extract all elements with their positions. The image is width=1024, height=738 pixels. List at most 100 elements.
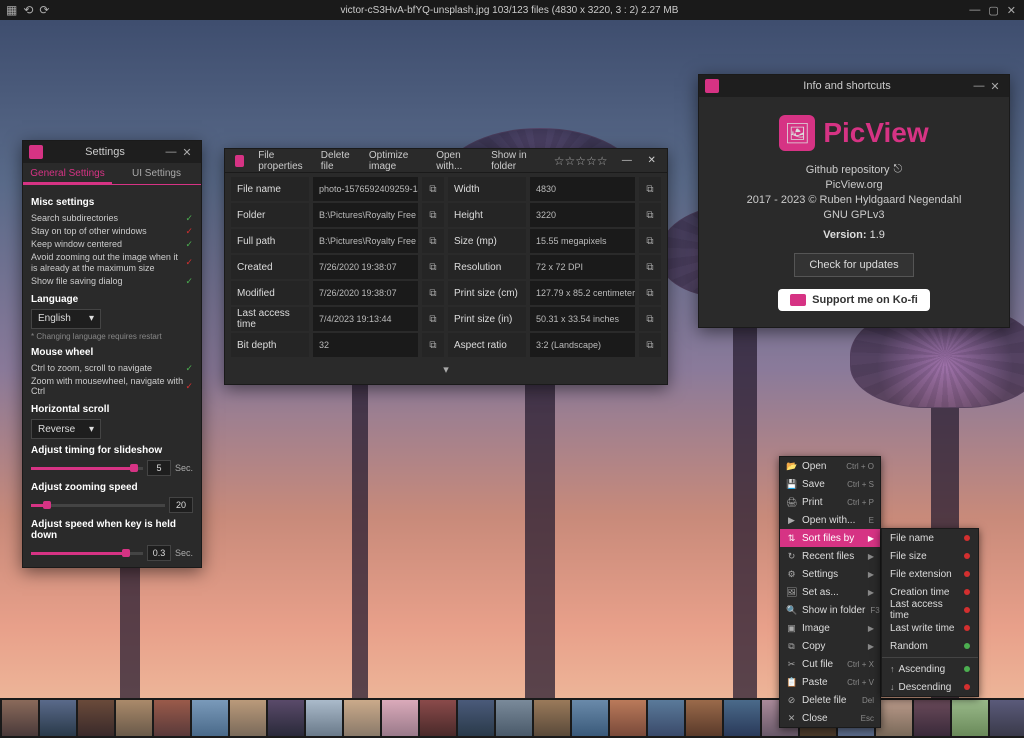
close-icon[interactable]: ✕	[646, 155, 657, 166]
thumbnail[interactable]	[952, 700, 988, 736]
thumbnail[interactable]	[382, 700, 418, 736]
close-icon[interactable]: ✕	[179, 146, 195, 159]
thumbnail[interactable]	[2, 700, 38, 736]
thumbnail[interactable]	[230, 700, 266, 736]
thumbnail[interactable]	[876, 700, 912, 736]
ctx-copy[interactable]: ⧉Copy▶	[780, 637, 880, 655]
copy-icon[interactable]: ⧉	[422, 229, 444, 253]
copy-icon[interactable]: ⧉	[639, 255, 661, 279]
language-dropdown[interactable]: English▾	[31, 309, 101, 329]
sort-random[interactable]: Random	[882, 637, 978, 655]
thumbnail[interactable]	[192, 700, 228, 736]
key-value[interactable]: 0.3	[147, 545, 171, 561]
ctx-delete[interactable]: ⊘Delete fileDel	[780, 691, 880, 709]
ctx-recent-files[interactable]: ↻Recent files▶	[780, 547, 880, 565]
thumbnail[interactable]	[648, 700, 684, 736]
thumbnail[interactable]	[686, 700, 722, 736]
minimize-icon[interactable]: —	[622, 155, 633, 166]
hscroll-dropdown[interactable]: Reverse▾	[31, 419, 101, 439]
thumbnail[interactable]	[990, 700, 1024, 736]
sort-fileext[interactable]: File extension	[882, 565, 978, 583]
check-updates-button[interactable]: Check for updates	[794, 253, 913, 277]
copy-icon[interactable]: ⧉	[422, 307, 444, 331]
thumbnail[interactable]	[344, 700, 380, 736]
ctx-paste[interactable]: 📋PasteCtrl + V	[780, 673, 880, 691]
check-search-subdirs[interactable]: ✓	[185, 213, 193, 224]
thumbnail[interactable]	[116, 700, 152, 736]
redo-icon[interactable]: ⟳	[39, 3, 49, 17]
thumbnail[interactable]	[724, 700, 760, 736]
thumbnail[interactable]	[40, 700, 76, 736]
copy-icon[interactable]: ⧉	[422, 333, 444, 357]
ctx-sort-files-by[interactable]: ⇅Sort files by▶	[780, 529, 880, 547]
check-keep-center[interactable]: ✓	[185, 239, 193, 250]
menu-open-with[interactable]: Open with...	[436, 150, 477, 172]
site-link[interactable]: PicView.org	[713, 179, 995, 191]
thumbnail[interactable]	[154, 700, 190, 736]
thumbnail[interactable]	[268, 700, 304, 736]
copy-icon[interactable]: ⧉	[639, 203, 661, 227]
check-avoid-zoom[interactable]: ✓	[185, 257, 193, 268]
menu-delete-file[interactable]: Delete file	[321, 150, 355, 172]
ctx-settings[interactable]: ⚙Settings▶	[780, 565, 880, 583]
copy-icon[interactable]: ⧉	[639, 281, 661, 305]
copy-icon[interactable]: ⧉	[422, 203, 444, 227]
rating-stars[interactable]: ☆☆☆☆☆	[554, 154, 608, 168]
ctx-open-with[interactable]: ▶Open with...E	[780, 511, 880, 529]
ctx-cut[interactable]: ✂Cut fileCtrl + X	[780, 655, 880, 673]
thumbnail[interactable]	[572, 700, 608, 736]
minimize-icon[interactable]: —	[969, 4, 980, 17]
close-icon[interactable]: ✕	[1007, 4, 1016, 17]
filename-value[interactable]: photo-1576592409259-1423c3f	[313, 177, 418, 201]
copy-icon[interactable]: ⧉	[639, 307, 661, 331]
copy-icon[interactable]: ⧉	[422, 281, 444, 305]
ctx-show-in-folder[interactable]: 🔍Show in folderF3	[780, 601, 880, 619]
app-icon[interactable]: ▦	[6, 3, 17, 17]
ctx-close[interactable]: ✕CloseEsc	[780, 709, 880, 727]
menu-file-properties[interactable]: File properties	[258, 150, 307, 172]
minimize-icon[interactable]: —	[163, 146, 179, 158]
menu-optimize-image[interactable]: Optimize image	[369, 150, 422, 172]
check-ctrl-zoom[interactable]: ✓	[185, 363, 193, 374]
zoom-slider[interactable]	[31, 504, 165, 507]
sort-lastaccess[interactable]: Last access time	[882, 601, 978, 619]
kofi-button[interactable]: Support me on Ko-fi	[778, 289, 930, 311]
check-stay-top[interactable]: ✓	[185, 226, 193, 237]
sort-descending[interactable]: ↓Descending	[882, 678, 978, 696]
maximize-icon[interactable]: ▢	[988, 4, 998, 17]
slideshow-value[interactable]: 5	[147, 460, 171, 476]
about-titlebar[interactable]: Info and shortcuts — ✕	[699, 75, 1009, 97]
close-icon[interactable]: ✕	[987, 80, 1003, 93]
thumbnail[interactable]	[496, 700, 532, 736]
ctx-image[interactable]: ▣Image▶	[780, 619, 880, 637]
thumbnail[interactable]	[458, 700, 494, 736]
minimize-icon[interactable]: —	[971, 80, 987, 92]
undo-icon[interactable]: ⟲	[23, 3, 33, 17]
copy-icon[interactable]: ⧉	[639, 229, 661, 253]
ctx-save[interactable]: 💾SaveCtrl + S	[780, 475, 880, 493]
copy-icon[interactable]: ⧉	[639, 177, 661, 201]
thumbnail[interactable]	[534, 700, 570, 736]
tab-ui-settings[interactable]: UI Settings	[112, 163, 201, 184]
copy-icon[interactable]: ⧉	[422, 177, 444, 201]
sort-filename[interactable]: File name	[882, 529, 978, 547]
tab-general-settings[interactable]: General Settings	[23, 163, 112, 184]
sort-filesize[interactable]: File size	[882, 547, 978, 565]
thumbnail[interactable]	[914, 700, 950, 736]
copy-icon[interactable]: ⧉	[639, 333, 661, 357]
key-slider[interactable]	[31, 552, 143, 555]
copy-icon[interactable]: ⧉	[422, 255, 444, 279]
settings-titlebar[interactable]: Settings — ✕	[23, 141, 201, 163]
ctx-open[interactable]: 📂OpenCtrl + O	[780, 457, 880, 475]
thumbnail[interactable]	[420, 700, 456, 736]
sort-lastwrite[interactable]: Last write time	[882, 619, 978, 637]
check-zoom-nav[interactable]: ✓	[185, 381, 193, 392]
ctx-print[interactable]: 🖨PrintCtrl + P	[780, 493, 880, 511]
thumbnail[interactable]	[610, 700, 646, 736]
check-show-save[interactable]: ✓	[185, 276, 193, 287]
expand-button[interactable]: ▾	[231, 359, 661, 380]
slideshow-slider[interactable]	[31, 467, 143, 470]
thumbnail[interactable]	[306, 700, 342, 736]
menu-show-in-folder[interactable]: Show in folder	[491, 150, 540, 172]
thumbnail[interactable]	[78, 700, 114, 736]
